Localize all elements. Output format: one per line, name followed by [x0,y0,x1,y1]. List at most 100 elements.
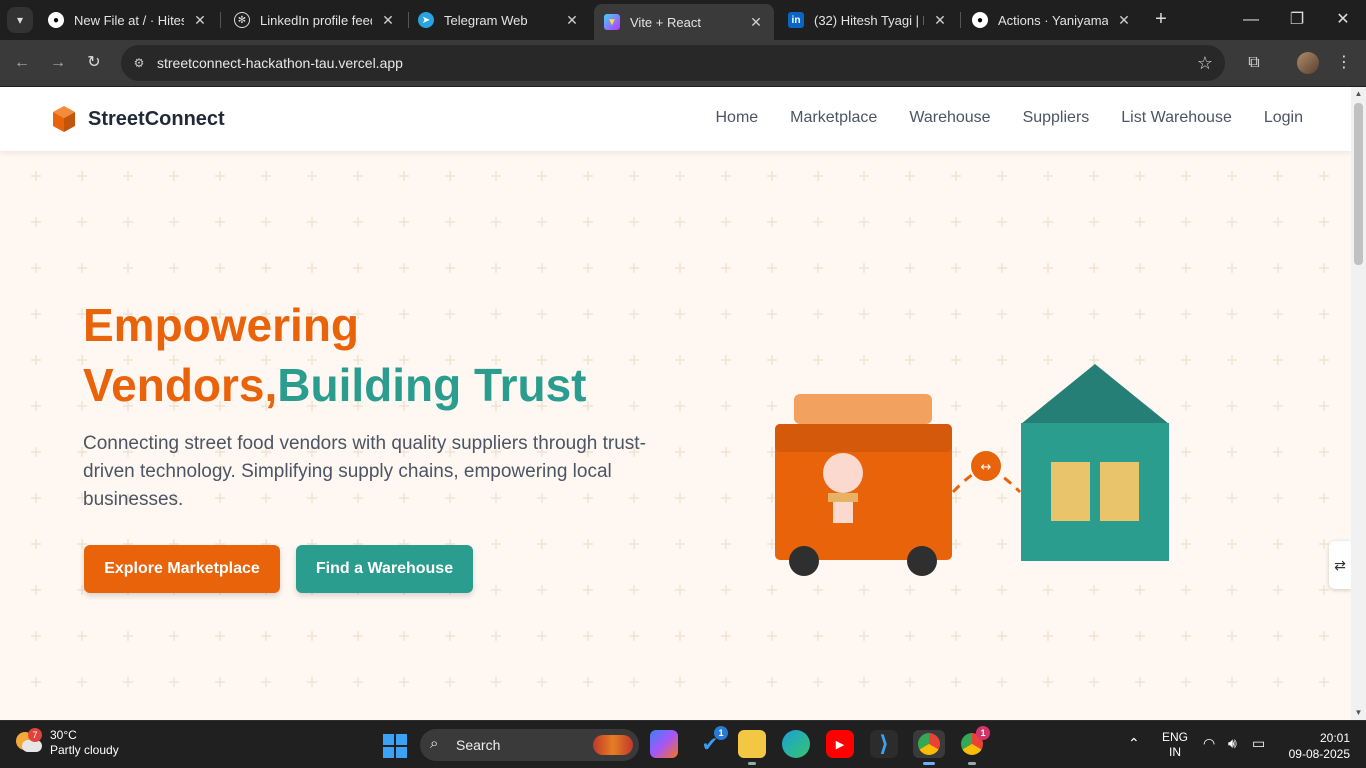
address-bar[interactable]: ⚙ streetconnect-hackathon-tau.vercel.app… [121,45,1225,81]
language-indicator[interactable]: ENG IN [1162,730,1188,760]
battery-icon[interactable]: ▭ [1252,735,1265,752]
vendor-warehouse-illustration: ↔ [775,364,1169,576]
nav-login[interactable]: Login [1264,109,1303,127]
tab-search-button[interactable]: ▾ [7,7,33,33]
chrome-logo-icon [918,733,940,755]
nav-home[interactable]: Home [715,109,758,127]
tab-title: Telegram Web [444,12,528,28]
connector-symbol: ↔ [981,460,992,475]
scroll-down-icon[interactable]: ▼ [1351,706,1366,720]
close-window-button[interactable]: ✕ [1328,8,1358,32]
tab-telegram[interactable]: ➤ Telegram Web ✕ [408,6,590,34]
back-button[interactable]: ← [10,51,34,75]
hero-title-line1: Empowering [83,299,360,351]
chrome-profile-app-icon[interactable]: 1 [958,726,990,765]
scroll-up-icon[interactable]: ▲ [1351,87,1366,101]
cube-logo-icon [53,106,75,132]
weather-badge: 7 [28,728,42,742]
close-icon[interactable]: ✕ [380,12,396,29]
chevron-up-icon: ⌃ [1128,735,1140,751]
close-icon[interactable]: ✕ [932,12,948,29]
clock-time: 20:01 [1319,731,1350,745]
close-icon[interactable]: ✕ [192,12,208,29]
wifi-icon[interactable]: ◠ [1203,735,1215,752]
telegram-icon: ➤ [418,12,434,28]
close-icon[interactable]: ✕ [564,12,580,29]
browser-tab-strip: ▾ ● New File at / · Hitesht ✕ ✻ LinkedIn… [0,0,1366,40]
reload-button[interactable]: ↻ [82,51,106,75]
main-nav: Home Marketplace Warehouse Suppliers Lis… [683,109,1303,127]
forward-button[interactable]: → [46,51,70,75]
warehouse-icon [1021,364,1169,561]
scrollbar-thumb[interactable] [1354,103,1363,265]
hero-title: Empowering Vendors,Building Trust [83,295,587,415]
nav-warehouse[interactable]: Warehouse [909,109,990,127]
vscode-app-icon[interactable]: ⟩ [870,730,898,758]
site-info-icon[interactable]: ⚙ [131,55,147,71]
arrow-left-icon: ← [14,54,30,71]
site-header: StreetConnect Home Marketplace Warehouse… [0,87,1351,151]
restore-button[interactable]: ❐ [1282,8,1312,32]
tab-title: Actions · Yaniyamalik/ [998,12,1108,28]
taskbar-search[interactable]: ⌕ Search [420,729,639,761]
tab-github-new-file[interactable]: ● New File at / · Hitesht ✕ [38,6,218,34]
minimize-icon: — [1243,11,1259,28]
start-button[interactable] [383,734,407,758]
taskbar: 7 30°C Partly cloudy ⌕ Search ✔ 1 ▶ ⟩ 1 ⌃… [0,720,1366,768]
profile-avatar[interactable] [1297,52,1319,74]
weather-temperature: 30°C [50,728,77,742]
tab-title: Vite + React [630,14,701,30]
minimize-button[interactable]: — [1236,8,1266,32]
todo-app-icon[interactable]: ✔ 1 [696,726,728,758]
tab-title: LinkedIn profile feedb [260,12,372,28]
browser-menu-button[interactable]: ⋮ [1332,51,1356,75]
new-tab-button[interactable]: + [1150,8,1172,30]
chrome-badge: 1 [976,726,990,740]
region-code: IN [1169,745,1181,759]
tab-title: New File at / · Hitesht [74,12,184,28]
search-icon: ⌕ [430,735,439,752]
find-warehouse-button[interactable]: Find a Warehouse [296,545,473,593]
nav-marketplace[interactable]: Marketplace [790,109,877,127]
volume-icon[interactable]: 🔊︎ [1228,735,1237,752]
brand[interactable]: StreetConnect [52,105,225,133]
bookmark-star-icon[interactable]: ☆ [1197,53,1213,74]
extensions-button[interactable]: ⧉ [1242,51,1266,75]
puzzle-icon: ⧉ [1248,54,1260,71]
chrome-app-icon[interactable] [913,730,945,765]
page-scrollbar[interactable]: ▲ ▼ [1351,87,1366,720]
nav-list-warehouse[interactable]: List Warehouse [1121,109,1232,127]
search-label: Search [456,737,501,753]
tab-title: (32) Hitesh Tyagi | Lin [814,12,924,28]
github-icon: ● [48,12,64,28]
github-icon: ● [972,12,988,28]
show-hidden-icons-button[interactable]: ⌃ [1128,735,1140,752]
restore-icon: ❐ [1289,11,1305,28]
browser-toolbar: ← → ↻ ⚙ streetconnect-hackathon-tau.verc… [0,40,1366,86]
language-code: ENG [1162,730,1189,744]
page-viewport: StreetConnect Home Marketplace Warehouse… [0,87,1351,720]
tab-vite-react[interactable]: ▼ Vite + React ✕ [594,4,774,40]
close-icon[interactable]: ✕ [748,14,764,31]
sidebar-toggle-icon: ⇄ [1334,557,1346,573]
copilot-app-icon[interactable] [650,730,678,758]
hero-subtitle: Connecting street food vendors with qual… [83,433,646,510]
windows-logo-icon [383,734,394,745]
tab-github-actions[interactable]: ● Actions · Yaniyamalik/ ✕ [962,6,1142,34]
clock-date: 09-08-2025 [1288,747,1350,761]
partly-cloudy-icon: 7 [16,728,42,756]
explore-marketplace-button[interactable]: Explore Marketplace [84,545,280,593]
side-panel-handle[interactable]: ⇄ [1329,541,1351,589]
edge-browser-icon[interactable] [782,730,810,758]
tab-chatgpt[interactable]: ✻ LinkedIn profile feedb ✕ [224,6,406,34]
weather-widget[interactable]: 7 30°C Partly cloudy [16,728,119,758]
url-text[interactable]: streetconnect-hackathon-tau.vercel.app [157,55,403,71]
file-explorer-icon[interactable] [738,730,766,765]
weather-description: Partly cloudy [50,743,119,757]
youtube-app-icon[interactable]: ▶ [826,730,854,758]
close-icon[interactable]: ✕ [1116,12,1132,29]
system-clock[interactable]: 20:01 09-08-2025 [1289,730,1350,762]
nav-suppliers[interactable]: Suppliers [1023,109,1090,127]
openai-icon: ✻ [234,12,250,28]
tab-linkedin[interactable]: in (32) Hitesh Tyagi | Lin ✕ [778,6,958,34]
